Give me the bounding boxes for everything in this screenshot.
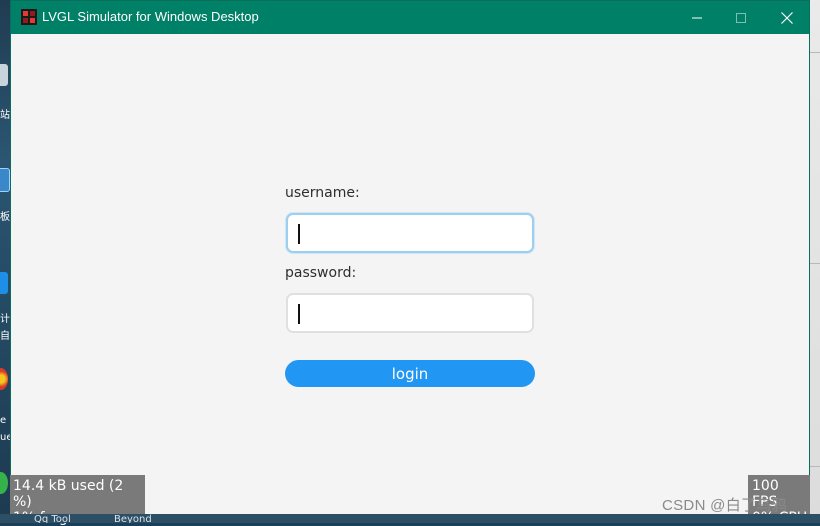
login-button-label: login xyxy=(391,364,429,383)
close-button[interactable] xyxy=(764,1,810,34)
simulator-window: LVGL Simulator for Windows Desktop usern… xyxy=(10,0,810,514)
desktop-label: 板 xyxy=(0,212,10,223)
desktop-divider xyxy=(810,263,820,264)
lvgl-app-icon xyxy=(21,9,37,25)
desktop-app-icon[interactable] xyxy=(0,272,8,294)
minimize-button[interactable] xyxy=(674,1,720,34)
username-label: username: xyxy=(285,185,360,201)
minimize-icon xyxy=(692,17,702,18)
desktop-label: 自 xyxy=(0,331,10,342)
taskbar-item[interactable]: Beyond xyxy=(114,514,152,523)
username-input[interactable] xyxy=(286,213,534,253)
taskbar-item[interactable]: Qq Tool xyxy=(34,514,71,523)
desktop-label: 站 xyxy=(0,110,10,121)
lvgl-screen: username: password: login xyxy=(11,34,809,514)
close-icon xyxy=(781,11,793,24)
login-button[interactable]: login xyxy=(285,360,535,387)
desktop-app-icon[interactable] xyxy=(0,472,8,494)
maximize-button[interactable] xyxy=(718,1,764,34)
memory-monitor: 14.4 kB used (2 %) 1% frag. xyxy=(10,475,145,526)
csdn-watermark: CSDN @白了乌鸦 xyxy=(662,497,787,514)
desktop-label: 计 xyxy=(0,314,10,325)
maximize-icon xyxy=(736,12,746,23)
password-input[interactable] xyxy=(286,293,534,333)
desktop-divider xyxy=(810,466,820,467)
password-label: password: xyxy=(285,265,357,281)
text-cursor xyxy=(298,304,300,324)
memory-used-text: 14.4 kB used (2 %) xyxy=(13,478,124,510)
desktop-app-icon[interactable] xyxy=(0,168,10,192)
text-cursor xyxy=(298,224,300,244)
desktop-right-strip xyxy=(810,0,820,523)
desktop-label: e xyxy=(0,415,7,426)
taskbar: Qq Tool Beyond xyxy=(0,514,820,523)
recycle-bin-icon[interactable] xyxy=(0,64,8,86)
chrome-icon[interactable] xyxy=(0,368,8,390)
window-title: LVGL Simulator for Windows Desktop xyxy=(42,9,259,24)
desktop-divider xyxy=(810,52,820,53)
title-bar[interactable]: LVGL Simulator for Windows Desktop xyxy=(11,1,809,34)
